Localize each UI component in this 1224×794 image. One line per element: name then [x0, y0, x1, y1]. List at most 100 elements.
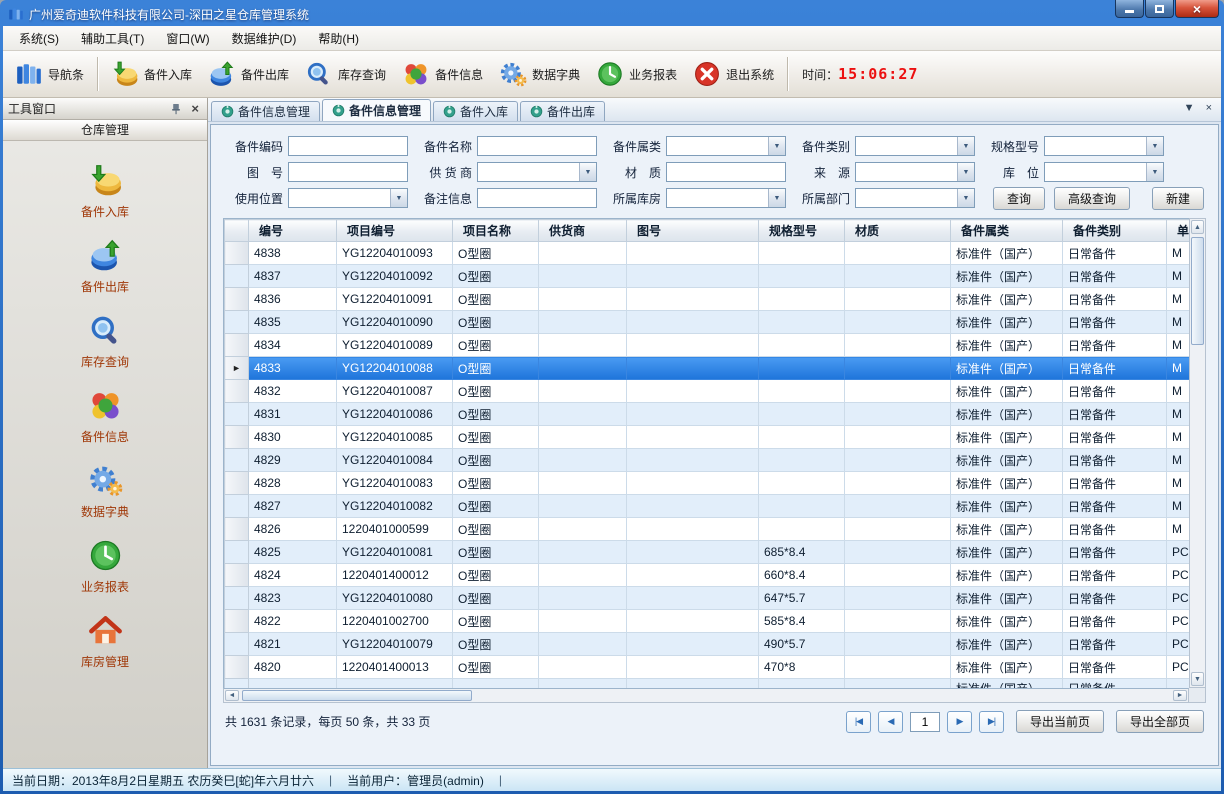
sidebar-group-header[interactable]: 仓库管理	[3, 120, 207, 141]
part-name-input[interactable]	[477, 136, 597, 156]
advanced-query-button[interactable]: 高级查询	[1054, 187, 1130, 210]
toolbar-button-parts-inbound[interactable]: 备件入库	[103, 54, 200, 94]
row-selector[interactable]: ►	[225, 357, 249, 380]
table-row[interactable]: 4835YG12204010090O型圈标准件（国产）日常备件M	[225, 311, 1190, 334]
vertical-scroll-thumb[interactable]	[1191, 237, 1204, 345]
horizontal-scrollbar[interactable]: ◄ ►	[223, 688, 1189, 703]
source-select[interactable]: ▼	[855, 162, 975, 182]
drawing-no-input[interactable]	[288, 162, 408, 182]
horizontal-scroll-track[interactable]	[240, 690, 1172, 701]
toolbar-button-inventory-query[interactable]: 库存查询	[297, 54, 394, 94]
sidebar-item-business-report[interactable]: 业务报表	[40, 529, 170, 604]
table-row[interactable]: 4828YG12204010083O型圈标准件（国产）日常备件M	[225, 472, 1190, 495]
table-row[interactable]: 4831YG12204010086O型圈标准件（国产）日常备件M	[225, 403, 1190, 426]
table-row[interactable]: 4832YG12204010087O型圈标准件（国产）日常备件M	[225, 380, 1190, 403]
warehouse-select[interactable]: ▼	[666, 188, 786, 208]
new-button[interactable]: 新建	[1152, 187, 1204, 210]
row-selector[interactable]	[225, 495, 249, 518]
table-row[interactable]: 4838YG12204010093O型圈标准件（国产）日常备件M	[225, 242, 1190, 265]
maximize-button[interactable]	[1145, 0, 1174, 18]
tab-parts-info-management-1[interactable]: 备件信息管理	[211, 101, 320, 121]
sidebar-item-warehouse-management[interactable]: 库房管理	[40, 604, 170, 679]
menu-item-system[interactable]: 系统(S)	[8, 26, 70, 51]
pin-icon[interactable]	[170, 103, 182, 115]
row-selector[interactable]	[225, 426, 249, 449]
table-row[interactable]: 48201220401400013O型圈470*8标准件（国产）日常备件PC	[225, 656, 1190, 679]
part-category-select[interactable]: ▼	[855, 136, 975, 156]
page-number-input[interactable]	[910, 712, 940, 732]
toolbar-button-parts-info[interactable]: 备件信息	[394, 54, 491, 94]
table-row[interactable]: 4836YG12204010091O型圈标准件（国产）日常备件M	[225, 288, 1190, 311]
vertical-scrollbar[interactable]: ▲ ▼	[1189, 218, 1206, 688]
menu-item-help[interactable]: 帮助(H)	[307, 26, 370, 51]
scroll-right-icon[interactable]: ►	[1173, 690, 1187, 701]
table-row[interactable]: 48261220401000599O型圈标准件（国产）日常备件M	[225, 518, 1190, 541]
table-row[interactable]: 4829YG12204010084O型圈标准件（国产）日常备件M	[225, 449, 1190, 472]
row-selector[interactable]	[225, 311, 249, 334]
next-page-button[interactable]: ▶	[947, 711, 972, 733]
row-selector[interactable]	[225, 610, 249, 633]
query-button[interactable]: 查询	[993, 187, 1045, 210]
scroll-down-icon[interactable]: ▼	[1191, 672, 1204, 686]
row-selector[interactable]	[225, 449, 249, 472]
scroll-up-icon[interactable]: ▲	[1191, 220, 1204, 234]
toolbar-button-parts-outbound[interactable]: 备件出库	[200, 54, 297, 94]
menu-item-window[interactable]: 窗口(W)	[155, 26, 220, 51]
tab-list-dropdown-icon[interactable]: ▼	[1184, 103, 1195, 114]
toolbar-button-business-report[interactable]: 业务报表	[588, 54, 685, 94]
row-selector[interactable]	[225, 633, 249, 656]
row-selector[interactable]	[225, 541, 249, 564]
horizontal-scroll-thumb[interactable]	[242, 690, 472, 701]
material-input[interactable]	[666, 162, 786, 182]
menu-item-data-maintenance[interactable]: 数据维护(D)	[221, 26, 308, 51]
sidebar-item-inventory-query[interactable]: 库存查询	[40, 304, 170, 379]
row-selector[interactable]	[225, 288, 249, 311]
row-selector[interactable]	[225, 564, 249, 587]
row-selector[interactable]	[225, 472, 249, 495]
table-row[interactable]: 48241220401400012O型圈660*8.4标准件（国产）日常备件PC	[225, 564, 1190, 587]
export-current-page-button[interactable]: 导出当前页	[1016, 710, 1104, 733]
sidebar-item-parts-outbound[interactable]: 备件出库	[40, 229, 170, 304]
row-selector[interactable]	[225, 518, 249, 541]
sidebar-close-icon[interactable]: ×	[188, 102, 202, 115]
tab-parts-info-management-2[interactable]: 备件信息管理	[322, 99, 431, 121]
storage-location-select[interactable]: ▼	[1044, 162, 1164, 182]
first-page-button[interactable]: |◀	[846, 711, 871, 733]
remark-input[interactable]	[477, 188, 597, 208]
last-page-button[interactable]: ▶|	[979, 711, 1004, 733]
tab-parts-inbound[interactable]: 备件入库	[433, 101, 518, 121]
sidebar-item-parts-inbound[interactable]: 备件入库	[40, 154, 170, 229]
row-selector[interactable]	[225, 587, 249, 610]
table-row[interactable]: 4830YG12204010085O型圈标准件（国产）日常备件M	[225, 426, 1190, 449]
row-selector[interactable]	[225, 242, 249, 265]
spec-model-select[interactable]: ▼	[1044, 136, 1164, 156]
close-button[interactable]: ×	[1175, 0, 1219, 18]
toolbar-button-nav-bar[interactable]: 导航条	[7, 54, 92, 94]
row-selector[interactable]	[225, 403, 249, 426]
export-all-pages-button[interactable]: 导出全部页	[1116, 710, 1204, 733]
table-row[interactable]: 4834YG12204010089O型圈标准件（国产）日常备件M	[225, 334, 1190, 357]
table-row[interactable]: 4821YG12204010079O型圈490*5.7标准件（国产）日常备件PC	[225, 633, 1190, 656]
tab-parts-outbound[interactable]: 备件出库	[520, 101, 605, 121]
part-property-select[interactable]: ▼	[666, 136, 786, 156]
part-code-input[interactable]	[288, 136, 408, 156]
table-row[interactable]: ►4833YG12204010088O型圈标准件（国产）日常备件M	[225, 357, 1190, 380]
table-row[interactable]: 4825YG12204010081O型圈685*8.4标准件（国产）日常备件PC	[225, 541, 1190, 564]
sidebar-item-data-dictionary[interactable]: 数据字典	[40, 454, 170, 529]
title-bar[interactable]: 广州爱奇迪软件科技有限公司-深田之星仓库管理系统 ×	[3, 0, 1221, 26]
toolbar-button-exit-system[interactable]: 退出系统	[685, 54, 782, 94]
department-select[interactable]: ▼	[855, 188, 975, 208]
row-selector[interactable]	[225, 380, 249, 403]
table-row[interactable]: 4823YG12204010080O型圈647*5.7标准件（国产）日常备件PC	[225, 587, 1190, 610]
table-row[interactable]: 48221220401002700O型圈585*8.4标准件（国产）日常备件PC	[225, 610, 1190, 633]
minimize-button[interactable]	[1115, 0, 1144, 18]
row-selector[interactable]	[225, 334, 249, 357]
usage-position-select[interactable]: ▼	[288, 188, 408, 208]
tab-close-icon[interactable]: ×	[1206, 103, 1212, 114]
vertical-scroll-track[interactable]	[1191, 235, 1204, 671]
sidebar-item-parts-info[interactable]: 备件信息	[40, 379, 170, 454]
scroll-left-icon[interactable]: ◄	[225, 690, 239, 701]
supplier-select[interactable]: ▼	[477, 162, 597, 182]
toolbar-button-data-dictionary[interactable]: 数据字典	[491, 54, 588, 94]
row-selector[interactable]	[225, 656, 249, 679]
